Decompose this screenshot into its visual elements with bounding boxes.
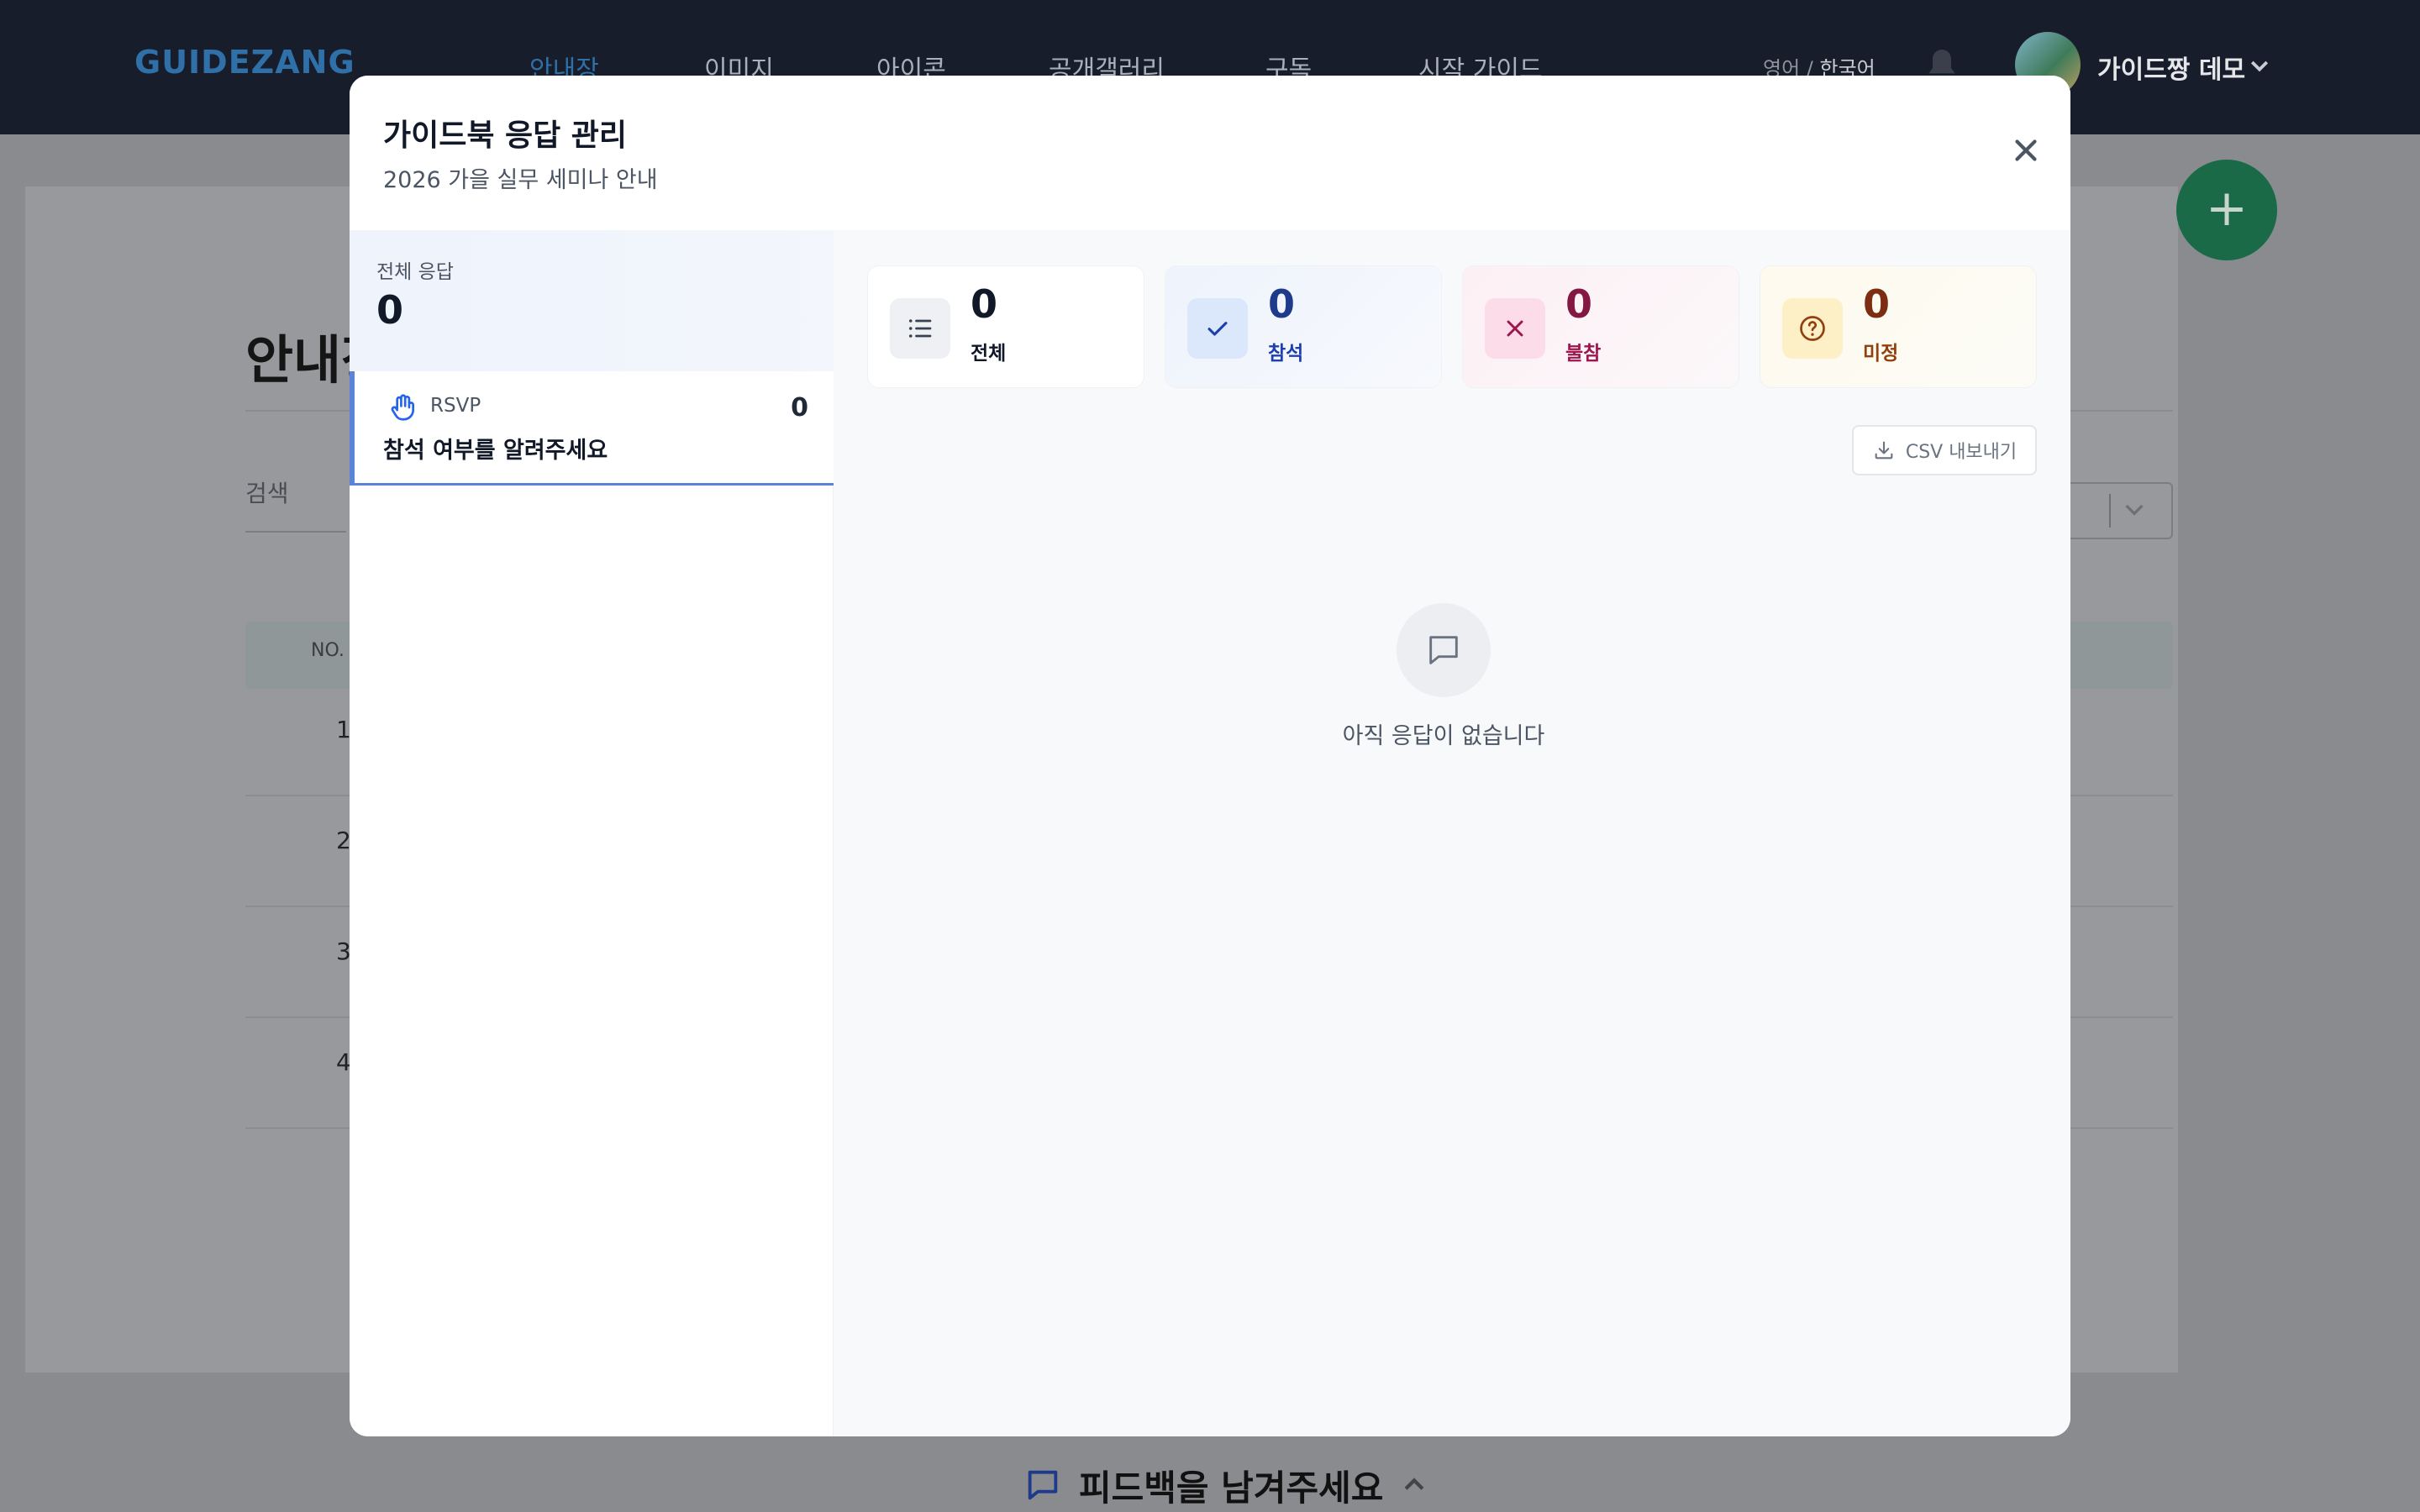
question-type: RSVP bbox=[430, 395, 481, 417]
stat-attending-count: 0 bbox=[1268, 281, 1296, 327]
question-label: 참석 여부를 알려주세요 bbox=[383, 438, 608, 464]
stat-undecided-count: 0 bbox=[1863, 281, 1891, 327]
stat-not-attending-label: 불참 bbox=[1565, 343, 1602, 365]
question-circle-icon bbox=[1782, 298, 1843, 359]
download-icon bbox=[1875, 441, 1893, 459]
modal-header: 가이드북 응답 관리 2026 가을 실무 세미나 안내 bbox=[350, 76, 2070, 230]
feedback-label: 피드백을 남겨주세요 bbox=[1079, 1467, 1384, 1509]
total-responses-count: 0 bbox=[376, 287, 404, 333]
responses-panel: 0 전체 0 참석 0 불참 0 미정 CSV 내보내기 아직 응답이 없습니다 bbox=[834, 230, 2070, 1436]
stat-card-attending: 0 참석 bbox=[1165, 265, 1442, 388]
chevron-down-icon[interactable] bbox=[2247, 54, 2272, 79]
csv-export-label: CSV 내보내기 bbox=[1905, 442, 2018, 463]
total-responses-item[interactable]: 전체 응답 0 bbox=[350, 230, 834, 371]
guidebook-response-modal: 가이드북 응답 관리 2026 가을 실무 세미나 안내 전체 응답 0 RSV… bbox=[350, 76, 2070, 1436]
feedback-bar[interactable]: 피드백을 남겨주세요 bbox=[1023, 1462, 1428, 1509]
check-icon bbox=[1187, 298, 1248, 359]
stat-total-count: 0 bbox=[971, 281, 998, 327]
x-icon bbox=[1485, 298, 1545, 359]
stat-card-undecided: 0 미정 bbox=[1760, 265, 2037, 388]
question-item-rsvp[interactable]: RSVP 0 참석 여부를 알려주세요 bbox=[350, 371, 834, 486]
list-icon bbox=[890, 298, 950, 359]
empty-state-message: 아직 응답이 없습니다 bbox=[1342, 723, 1545, 749]
hand-icon bbox=[391, 394, 415, 421]
select-divider bbox=[2109, 494, 2111, 528]
stat-not-attending-count: 0 bbox=[1565, 281, 1593, 327]
stat-attending-label: 참석 bbox=[1268, 343, 1304, 365]
modal-subtitle: 2026 가을 실무 세미나 안내 bbox=[383, 167, 658, 193]
stat-undecided-label: 미정 bbox=[1863, 343, 1899, 365]
stat-card-not-attending: 0 불참 bbox=[1462, 265, 1739, 388]
user-name[interactable]: 가이드짱 데모 bbox=[2097, 49, 2245, 86]
filter-select[interactable] bbox=[2062, 482, 2173, 539]
add-button[interactable]: + bbox=[2176, 160, 2277, 260]
app-logo[interactable]: GUIDEZANG bbox=[134, 44, 355, 81]
search-underline bbox=[245, 531, 346, 533]
chat-bubble-icon bbox=[1397, 603, 1491, 697]
total-responses-label: 전체 응답 bbox=[376, 261, 454, 283]
close-icon[interactable] bbox=[2008, 133, 2044, 168]
stat-card-total: 0 전체 bbox=[867, 265, 1144, 388]
question-response-count: 0 bbox=[791, 393, 808, 423]
question-sidebar: 전체 응답 0 RSVP 0 참석 여부를 알려주세요 bbox=[350, 230, 834, 1436]
stat-total-label: 전체 bbox=[971, 343, 1007, 365]
table-header-no: NO. bbox=[311, 640, 345, 661]
csv-export-button[interactable]: CSV 내보내기 bbox=[1852, 425, 2037, 475]
chevron-up-icon[interactable] bbox=[1400, 1471, 1428, 1499]
chevron-down-icon[interactable] bbox=[2121, 496, 2148, 522]
search-input[interactable]: 검색 bbox=[245, 475, 289, 509]
chat-bubble-icon bbox=[1028, 1470, 1058, 1500]
modal-title: 가이드북 응답 관리 bbox=[383, 118, 628, 153]
